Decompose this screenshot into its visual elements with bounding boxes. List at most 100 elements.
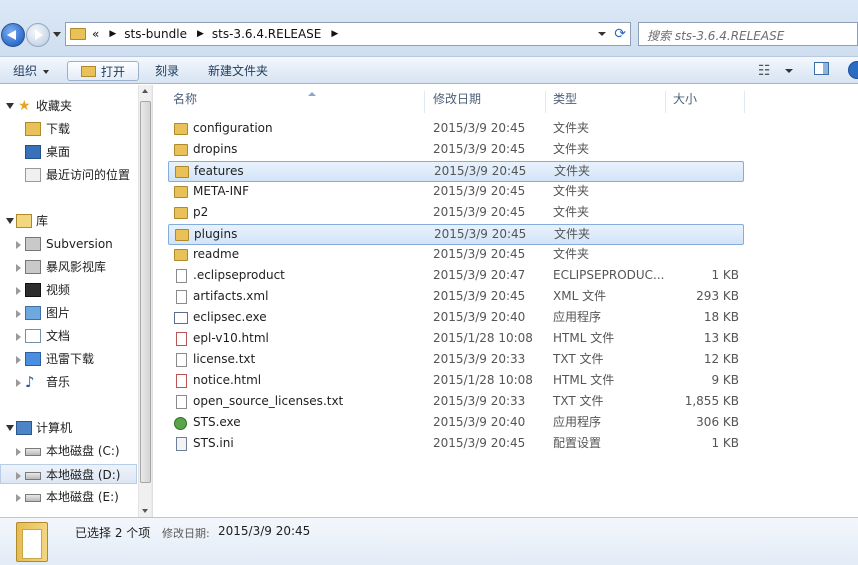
nav-music[interactable]: ♪ 音乐 xyxy=(0,372,137,392)
file-row[interactable]: readme 2015/3/9 20:45 文件夹 xyxy=(168,245,744,266)
nav-desktop[interactable]: 桌面 xyxy=(0,142,137,162)
new-folder-button[interactable]: 新建文件夹 xyxy=(208,61,268,81)
column-header-type[interactable]: 类型 xyxy=(548,91,666,113)
nav-videos[interactable]: 视频 xyxy=(0,280,137,300)
breadcrumb-segment[interactable]: sts-bundle xyxy=(124,27,187,41)
file-date: 2015/3/9 20:40 xyxy=(433,415,526,429)
file-row[interactable]: STS.ini 2015/3/9 20:45 配置设置 1 KB xyxy=(168,434,744,455)
file-row[interactable]: .eclipseproduct 2015/3/9 20:47 ECLIPSEPROD… xyxy=(168,266,744,287)
nav-drive-e[interactable]: 本地磁盘 (E:) xyxy=(0,487,137,507)
chevron-down-icon xyxy=(43,69,50,74)
nav-downloads[interactable]: 下载 xyxy=(0,119,137,139)
column-header-date[interactable]: 修改日期 xyxy=(428,91,546,113)
burn-button[interactable]: 刻录 xyxy=(155,61,179,81)
help-button[interactable] xyxy=(848,61,858,79)
pane-splitter[interactable] xyxy=(151,85,153,517)
expand-arrow-icon[interactable] xyxy=(16,333,21,341)
nav-libraries[interactable]: 库 xyxy=(0,211,137,231)
search-input[interactable]: 搜索 sts-3.6.4.RELEASE xyxy=(638,22,858,46)
nav-label: Subversion xyxy=(46,237,113,251)
chevron-right-icon[interactable]: ▶ xyxy=(331,29,338,39)
nav-drive-d[interactable]: 本地磁盘 (D:) xyxy=(0,464,137,484)
nav-storm-video-library[interactable]: 暴风影视库 xyxy=(0,257,137,277)
expand-arrow-icon[interactable] xyxy=(16,264,21,272)
open-icon xyxy=(81,66,96,77)
expand-arrow-icon[interactable] xyxy=(6,103,14,109)
nav-drive-c[interactable]: 本地磁盘 (C:) xyxy=(0,441,137,461)
nav-label: 迅雷下载 xyxy=(46,352,95,366)
forward-button[interactable] xyxy=(26,23,50,47)
expand-arrow-icon[interactable] xyxy=(16,241,21,249)
nav-label: 库 xyxy=(36,214,49,228)
expand-arrow-icon[interactable] xyxy=(16,494,21,502)
expand-arrow-icon[interactable] xyxy=(16,310,21,318)
address-history-dropdown[interactable] xyxy=(598,32,606,36)
organize-button[interactable]: 组织 xyxy=(13,61,50,81)
file-row[interactable]: features 2015/3/9 20:45 文件夹 xyxy=(168,161,744,182)
file-row[interactable]: plugins 2015/3/9 20:45 文件夹 xyxy=(168,224,744,245)
expand-arrow-icon[interactable] xyxy=(16,472,21,480)
expand-arrow-icon[interactable] xyxy=(16,448,21,456)
selection-count: 已选择 2 个项 xyxy=(75,526,151,540)
file-date: 2015/3/9 20:45 xyxy=(433,289,526,303)
file-row[interactable]: eclipsec.exe 2015/3/9 20:40 应用程序 18 KB xyxy=(168,308,744,329)
preview-pane-button[interactable] xyxy=(814,62,829,75)
open-button[interactable]: 打开 xyxy=(67,61,139,81)
modified-value: 2015/3/9 20:45 xyxy=(218,524,311,538)
file-row[interactable]: notice.html 2015/1/28 10:08 HTML 文件 9 KB xyxy=(168,371,744,392)
scroll-up-icon[interactable] xyxy=(142,89,148,93)
file-type: ECLIPSEPRODUC... xyxy=(553,268,665,282)
nav-label: 视频 xyxy=(46,283,71,297)
navigation-scrollbar[interactable] xyxy=(138,85,151,517)
breadcrumb-overflow[interactable]: « xyxy=(92,27,99,41)
file-row[interactable]: open_source_licenses.txt 2015/3/9 20:33 TX… xyxy=(168,392,744,413)
address-bar[interactable]: « ▶ sts-bundle ▶ sts-3.6.4.RELEASE ▶ ⟳ xyxy=(65,22,631,46)
file-row[interactable]: META-INF 2015/3/9 20:45 文件夹 xyxy=(168,182,744,203)
column-header-name[interactable]: 名称 xyxy=(168,91,425,113)
nav-pictures[interactable]: 图片 xyxy=(0,303,137,323)
drive-icon xyxy=(25,472,41,480)
file-row[interactable]: epl-v10.html 2015/1/28 10:08 HTML 文件 13 KB xyxy=(168,329,744,350)
nav-subversion[interactable]: Subversion xyxy=(0,234,137,254)
expand-arrow-icon[interactable] xyxy=(16,379,21,387)
nav-documents[interactable]: 文档 xyxy=(0,326,137,346)
modified-label: 修改日期: xyxy=(162,527,210,540)
folder-icon xyxy=(174,186,188,198)
chevron-right-icon[interactable]: ▶ xyxy=(197,29,204,39)
file-row[interactable]: configuration 2015/3/9 20:45 文件夹 xyxy=(168,119,744,140)
recent-pages-dropdown[interactable] xyxy=(53,32,61,37)
documents-icon xyxy=(25,329,41,343)
file-name: epl-v10.html xyxy=(193,331,269,345)
nav-label: 本地磁盘 (E:) xyxy=(46,490,119,504)
nav-label: 本地磁盘 (C:) xyxy=(46,444,120,458)
nav-recent-places[interactable]: 最近访问的位置 xyxy=(0,165,137,185)
expand-arrow-icon[interactable] xyxy=(16,356,21,364)
expand-arrow-icon[interactable] xyxy=(6,218,14,224)
column-header-size[interactable]: 大小 xyxy=(668,91,745,113)
file-date: 2015/1/28 10:08 xyxy=(433,331,533,345)
file-file-icon xyxy=(176,269,187,283)
file-row[interactable]: p2 2015/3/9 20:45 文件夹 xyxy=(168,203,744,224)
file-row[interactable]: artifacts.xml 2015/3/9 20:45 XML 文件 293 KB xyxy=(168,287,744,308)
chevron-right-icon[interactable]: ▶ xyxy=(109,29,116,39)
file-date: 2015/3/9 20:45 xyxy=(434,164,527,178)
nav-computer[interactable]: 计算机 xyxy=(0,418,137,438)
file-row[interactable]: STS.exe 2015/3/9 20:40 应用程序 306 KB xyxy=(168,413,744,434)
file-date: 2015/3/9 20:45 xyxy=(433,142,526,156)
file-type: 配置设置 xyxy=(553,436,602,450)
file-size: 293 KB xyxy=(696,289,739,303)
scroll-down-icon[interactable] xyxy=(142,509,148,513)
file-row[interactable]: license.txt 2015/3/9 20:33 TXT 文件 12 KB xyxy=(168,350,744,371)
file-date: 2015/3/9 20:45 xyxy=(433,184,526,198)
refresh-icon[interactable]: ⟳ xyxy=(614,26,626,42)
change-view-button[interactable]: ☷ xyxy=(758,61,793,81)
breadcrumb-segment[interactable]: sts-3.6.4.RELEASE xyxy=(212,27,321,41)
expand-arrow-icon[interactable] xyxy=(6,425,14,431)
file-date: 2015/3/9 20:45 xyxy=(433,205,526,219)
nav-favorites[interactable]: ★ 收藏夹 xyxy=(0,96,137,116)
scroll-thumb[interactable] xyxy=(140,101,151,483)
file-row[interactable]: dropins 2015/3/9 20:45 文件夹 xyxy=(168,140,744,161)
nav-thunder-downloads[interactable]: 迅雷下载 xyxy=(0,349,137,369)
back-button[interactable] xyxy=(1,23,25,47)
expand-arrow-icon[interactable] xyxy=(16,287,21,295)
